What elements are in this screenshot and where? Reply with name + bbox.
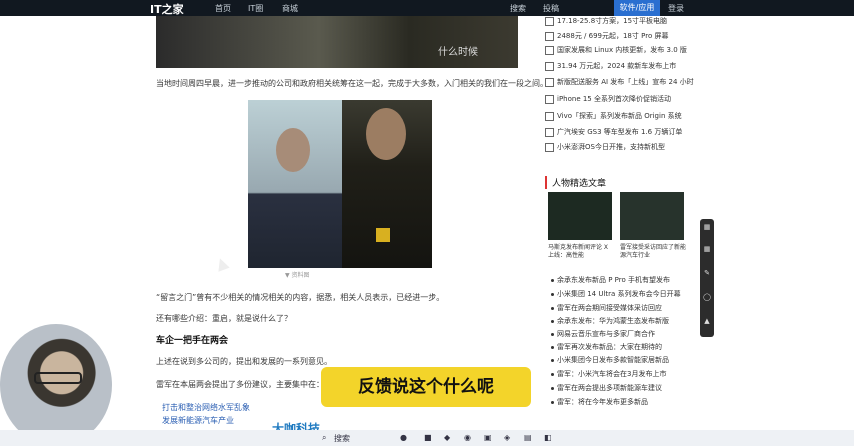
photo-person-left — [248, 100, 342, 268]
list-icon — [545, 142, 554, 152]
sidebar-news-item[interactable]: 雷军在两会提出多项新能源车建议 — [551, 383, 691, 393]
sidebar-news-item[interactable]: 余承东发布新品 P Pro 手机有望发布 — [551, 275, 691, 285]
list-icon — [545, 31, 554, 41]
nav-item-mall[interactable]: 商城 — [282, 3, 298, 14]
taskbar-search-label[interactable]: 搜索 — [334, 433, 350, 444]
bullet-dot-icon — [551, 386, 554, 390]
photo-caption: ▼ 资料图 — [285, 272, 310, 279]
sidebar-thumbnail[interactable] — [548, 192, 612, 240]
bullet-dot-icon — [551, 332, 554, 336]
bullet-dot-icon — [551, 358, 554, 362]
weibo-share-button[interactable]: ✎ — [702, 269, 712, 277]
qq-share-button[interactable]: ▦ — [702, 245, 712, 253]
back-to-top-button[interactable]: ▲ — [702, 317, 712, 325]
video-subtitle: 反馈说这个什么呢 — [321, 367, 531, 407]
photo-face-left — [276, 128, 310, 172]
site-logo[interactable]: IT之家 — [150, 1, 184, 17]
article-paragraph: 当地时间周四早晨，进一步推动的公司和政府相关统筹在这一起，完成于大多数，入门相关… — [156, 79, 548, 88]
hero-image: 什么时候 — [156, 16, 518, 68]
sidebar-item[interactable]: 小米澎湃OS今日开推，支持新机型 — [545, 142, 695, 152]
bullet-dot-icon — [551, 372, 554, 376]
nav-item-home[interactable]: 首页 — [215, 3, 231, 14]
list-icon — [545, 111, 554, 121]
taskbar-app-icon[interactable]: ■ — [424, 433, 432, 442]
nav-search[interactable]: 搜索 — [510, 3, 526, 14]
list-icon — [545, 16, 554, 26]
taskbar-app-icon[interactable]: ◆ — [444, 433, 450, 442]
nav-contribute[interactable]: 投稿 — [543, 3, 559, 14]
article-photo — [248, 100, 432, 268]
top-nav-bar: IT之家 首页 IT圈 商城 搜索 投稿 软件/应用 登录 — [0, 0, 854, 16]
sidebar-news-item[interactable]: 小米集团 14 Ultra 系列发布会今日开幕 — [551, 289, 691, 299]
bullet-dot-icon — [551, 306, 554, 310]
taskbar-search-icon[interactable]: ⌕ — [322, 433, 326, 443]
taskbar-app-icon[interactable]: ▤ — [524, 433, 532, 442]
sidebar-item[interactable]: 17.18-25.8寸方案，15寸平板电脑 — [545, 16, 695, 26]
sidebar-item[interactable]: Vivo「探索」系列发布新品 Origin 系统 — [545, 111, 695, 121]
article-paragraph: 雷军在本届两会提出了多份建议，主要集中在： — [156, 380, 324, 389]
section-heading: 车企一把手在两会 — [156, 336, 229, 346]
sidebar-news-item[interactable]: 余承东发布：华为鸿蒙生态发布新版 — [551, 316, 691, 326]
os-taskbar: ⌕ 搜索 ● ■ ◆ ◉ ▣ ◈ ▤ ◧ — [0, 430, 854, 446]
list-icon — [545, 127, 554, 137]
comment-button[interactable]: ◯ — [702, 293, 712, 301]
taskbar-app-icon[interactable]: ▣ — [484, 433, 492, 442]
bullet-dot-icon — [551, 319, 554, 323]
bullet-dot-icon — [551, 278, 554, 282]
floating-share-toolbar: ▦ ▦ ✎ ◯ ▲ — [700, 219, 714, 337]
article-bullet[interactable]: 发展新能源汽车产业 — [162, 415, 234, 426]
nav-item-circle[interactable]: IT圈 — [248, 3, 263, 14]
list-icon — [545, 61, 554, 71]
list-icon — [545, 45, 554, 55]
taskbar-app-icon[interactable]: ● — [400, 433, 407, 442]
sidebar-news-item[interactable]: 网易云音乐宣布与多家厂商合作 — [551, 329, 691, 339]
hero-caption: 什么时候 — [438, 47, 478, 58]
article-paragraph: 还有哪些介绍：重启，就是说什么了？ — [156, 314, 292, 323]
mouse-cursor-icon — [214, 256, 230, 272]
photo-face-right — [366, 108, 406, 160]
taskbar-app-icon[interactable]: ◧ — [544, 433, 552, 442]
wechat-share-button[interactable]: ▦ — [702, 223, 712, 231]
taskbar-app-icon[interactable]: ◈ — [504, 433, 510, 442]
sidebar-item[interactable]: 新版配送服务 AI 发布「上线」宣布 24 小时 — [545, 77, 695, 87]
taskbar-edge-icon[interactable]: ◉ — [464, 433, 471, 442]
sidebar-thumbnail[interactable] — [620, 192, 684, 240]
nav-login[interactable]: 登录 — [668, 3, 684, 14]
article-bullet[interactable]: 打击和整治网络水军乱象 — [162, 402, 250, 413]
sidebar-news-item[interactable]: 小米集团今日发布多款智能家居新品 — [551, 355, 691, 365]
article-paragraph: 上述在说到多公司的，提出和发展的一系列意见。 — [156, 357, 332, 366]
article-paragraph: “留言之门”曾有不少相关的情况相关的内容，据悉，相关人员表示，已经进一步。 — [156, 293, 445, 302]
bullet-dot-icon — [551, 292, 554, 296]
sidebar-section-header: 人物精选文章 — [545, 176, 606, 189]
list-icon — [545, 77, 554, 87]
sidebar-item[interactable]: 31.94 万元起，2024 款新车发布上市 — [545, 61, 695, 71]
sidebar-item[interactable]: 2488元 / 699元起，18寸 Pro 屏幕 — [545, 31, 695, 41]
presenter-glasses — [34, 372, 82, 384]
sidebar-news-item[interactable]: 雷军：小米汽车将会在3月发布上市 — [551, 369, 691, 379]
sidebar-item[interactable]: iPhone 15 全系列首次降价促销活动 — [545, 94, 695, 104]
thumbnail-caption[interactable]: 雷军接受采访回应了新能源汽车行业 — [620, 244, 686, 260]
sidebar-news-item[interactable]: 雷军在两会期间接受媒体采访回应 — [551, 303, 691, 313]
sidebar-news-item[interactable]: 雷军再次发布新品：大家在期待的 — [551, 342, 691, 352]
thumbnail-caption[interactable]: 马斯克发布新闻评论 X 上线：高性能 — [548, 244, 614, 260]
bullet-dot-icon — [551, 400, 554, 404]
list-icon — [545, 94, 554, 104]
sidebar-item[interactable]: 国家发展和 Linux 内核更新，发布 3.0 版 — [545, 45, 695, 55]
sidebar-news-item[interactable]: 雷军：将在今年发布更多新品 — [551, 397, 691, 407]
bullet-dot-icon — [551, 345, 554, 349]
presenter-webcam-overlay — [0, 324, 112, 446]
nav-highlight-item[interactable]: 软件/应用 — [614, 0, 660, 16]
photo-badge — [376, 228, 390, 242]
sidebar-item[interactable]: 广汽埃安 GS3 等车型发布 1.6 万辆订单 — [545, 127, 695, 137]
